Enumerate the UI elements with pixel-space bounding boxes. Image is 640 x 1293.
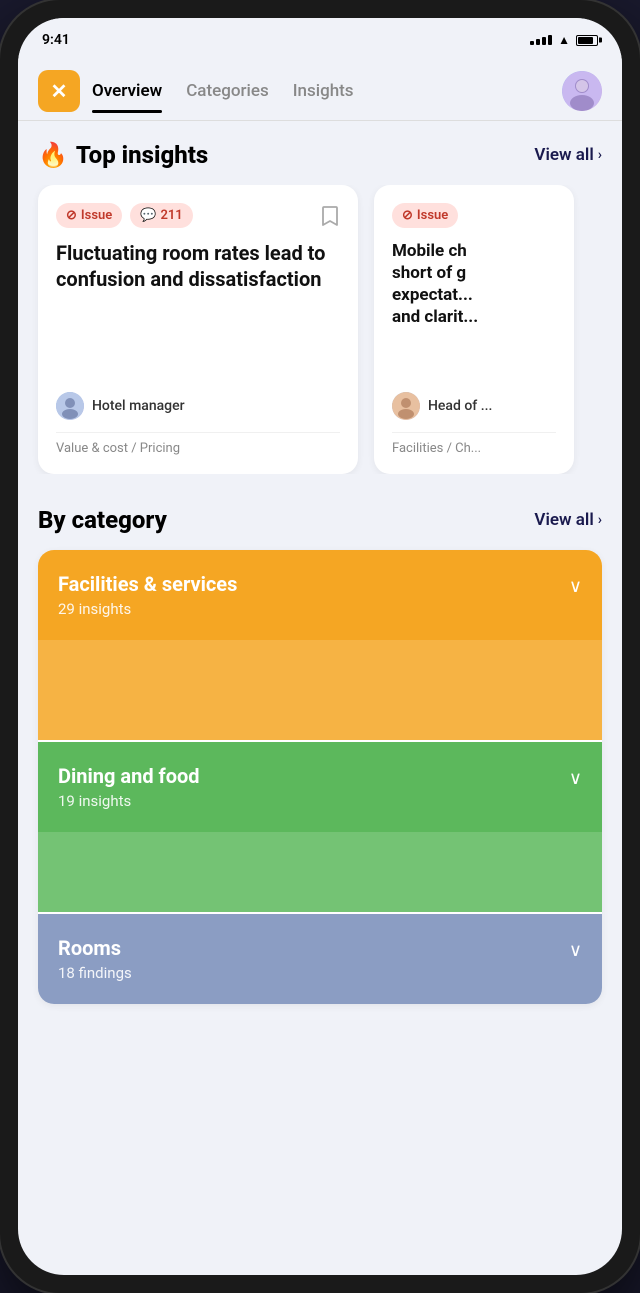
author-avatar-2 xyxy=(392,392,420,420)
dining-expanded xyxy=(38,832,602,912)
card-1-author: Hotel manager xyxy=(56,392,340,420)
rooms-name: Rooms xyxy=(58,936,132,960)
card-2-tags: ⊘ Issue xyxy=(392,203,556,228)
author-name-2: Head of ... xyxy=(428,398,492,414)
author-name: Hotel manager xyxy=(92,398,185,414)
avatar-image xyxy=(562,71,602,111)
by-category-label: By category xyxy=(38,506,167,534)
category-rooms-info: Rooms 18 findings xyxy=(58,936,132,982)
issue-icon-2: ⊘ xyxy=(402,208,413,223)
signal-bar-2 xyxy=(536,39,540,45)
category-dining[interactable]: Dining and food 19 insights ∨ xyxy=(38,742,602,832)
rooms-count: 18 findings xyxy=(58,964,132,982)
main-content: 🔥 Top insights View all › ⊘ Issue xyxy=(18,121,622,1275)
fire-icon: 🔥 xyxy=(38,141,68,169)
issue-tag: ⊘ Issue xyxy=(56,203,122,228)
status-time: 9:41 xyxy=(42,32,70,48)
logo-icon: ✕ xyxy=(51,79,68,103)
category-cards: Facilities & services 29 insights ∨ Dini… xyxy=(38,550,602,1004)
phone-screen: 9:41 ▲ ✕ Overview Categori xyxy=(18,18,622,1275)
chat-icon: 💬 xyxy=(140,208,156,223)
count-label: 211 xyxy=(160,208,182,223)
dining-name: Dining and food xyxy=(58,764,200,788)
card-2-meta: Facilities / Ch... xyxy=(392,432,556,456)
category-rooms[interactable]: Rooms 18 findings ∨ xyxy=(38,914,602,1004)
signal-bar-4 xyxy=(548,35,552,45)
dining-chevron-icon: ∨ xyxy=(569,768,582,789)
insight-card-2[interactable]: ⊘ Issue Mobile chshort of gexpectat...an… xyxy=(374,185,574,474)
dining-count: 19 insights xyxy=(58,792,200,810)
nav-tabs: Overview Categories Insights xyxy=(92,77,562,105)
chevron-right-icon-2: › xyxy=(598,512,602,528)
issue-icon: ⊘ xyxy=(66,208,77,223)
tab-overview[interactable]: Overview xyxy=(92,77,162,105)
avatar[interactable] xyxy=(562,71,602,111)
by-category-view-all[interactable]: View all › xyxy=(534,510,602,530)
category-dining-info: Dining and food 19 insights xyxy=(58,764,200,810)
top-insights-title: 🔥 Top insights xyxy=(38,141,208,169)
facilities-expanded xyxy=(38,640,602,740)
card-1-tags: ⊘ Issue 💬 211 ⊘ xyxy=(56,203,340,228)
card-1-spacer xyxy=(56,304,340,380)
card-2-spacer xyxy=(392,340,556,380)
top-insights-view-all[interactable]: View all › xyxy=(534,145,602,165)
card-2-title: Mobile chshort of gexpectat...and clarit… xyxy=(392,240,556,328)
issue-label-2: Issue xyxy=(417,208,448,223)
issue-tag-2: ⊘ Issue xyxy=(392,203,458,228)
facilities-chevron-icon: ∨ xyxy=(569,576,582,597)
battery-icon xyxy=(576,35,598,46)
signal-bar-3 xyxy=(542,37,546,45)
tab-categories[interactable]: Categories xyxy=(186,77,269,105)
by-category-section: By category View all › Facilities & serv… xyxy=(38,506,602,1004)
facilities-name: Facilities & services xyxy=(58,572,237,596)
tab-insights[interactable]: Insights xyxy=(293,77,354,105)
view-all-label: View all xyxy=(534,145,593,165)
phone-frame: 9:41 ▲ ✕ Overview Categori xyxy=(0,0,640,1293)
top-insights-label: Top insights xyxy=(76,141,208,169)
insight-card-1[interactable]: ⊘ Issue 💬 211 ⊘ Fluctuating room rates l… xyxy=(38,185,358,474)
battery-fill xyxy=(578,37,593,44)
category-facilities-info: Facilities & services 29 insights xyxy=(58,572,237,618)
count-tag: 💬 211 xyxy=(130,203,192,228)
card-1-title: Fluctuating room rates lead to confusion… xyxy=(56,240,340,292)
wifi-icon: ▲ xyxy=(558,33,570,47)
bookmark-svg[interactable] xyxy=(320,205,340,227)
chevron-right-icon: › xyxy=(598,147,602,163)
card-2-author: Head of ... xyxy=(392,392,556,420)
status-bar: 9:41 ▲ xyxy=(18,18,622,62)
category-facilities[interactable]: Facilities & services 29 insights ∨ xyxy=(38,550,602,640)
view-all-label-2: View all xyxy=(534,510,593,530)
insight-cards-container: ⊘ Issue 💬 211 ⊘ Fluctuating room rates l… xyxy=(18,185,622,474)
top-insights-header: 🔥 Top insights View all › xyxy=(38,141,602,169)
issue-label: Issue xyxy=(81,208,112,223)
author-avatar xyxy=(56,392,84,420)
nav-bar: ✕ Overview Categories Insights xyxy=(18,62,622,116)
by-category-title: By category xyxy=(38,506,167,534)
facilities-count: 29 insights xyxy=(58,600,237,618)
app-logo[interactable]: ✕ xyxy=(38,70,80,112)
rooms-chevron-icon: ∨ xyxy=(569,940,582,961)
status-icons: ▲ xyxy=(530,33,598,47)
card-1-meta: Value & cost / Pricing xyxy=(56,432,340,456)
by-category-header: By category View all › xyxy=(38,506,602,534)
signal-bar-1 xyxy=(530,41,534,45)
